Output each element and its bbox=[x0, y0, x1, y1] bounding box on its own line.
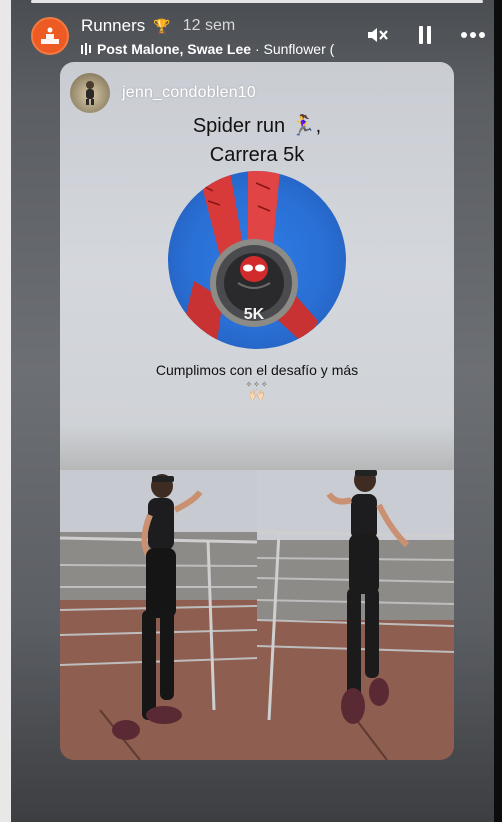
post-caption: Cumplimos con el desafío y más bbox=[155, 362, 359, 378]
right-edge bbox=[494, 0, 502, 822]
more-icon[interactable] bbox=[459, 21, 487, 49]
author-avatar[interactable] bbox=[70, 73, 110, 113]
story-progress-bar bbox=[31, 0, 483, 3]
story-timestamp: 12 sem bbox=[182, 17, 236, 34]
post-headline: Spider run 🏃‍♀️, Carrera 5k bbox=[60, 112, 454, 170]
instagram-story-viewer: Runners 🏆 12 sem Post Malone, Swae Lee ·… bbox=[0, 0, 502, 822]
medal-photo: 5K bbox=[168, 171, 346, 349]
story-header: Runners 🏆 12 sem Post Malone, Swae Lee ·… bbox=[31, 13, 487, 57]
headline-line-2: Carrera 5k bbox=[209, 144, 305, 166]
medal-text: 5K bbox=[244, 306, 265, 323]
music-bars-icon bbox=[81, 43, 91, 55]
trophy-icon: 🏆 bbox=[153, 17, 171, 34]
story-container[interactable]: Runners 🏆 12 sem Post Malone, Swae Lee ·… bbox=[11, 0, 494, 822]
runner-photo-left bbox=[60, 470, 257, 760]
pause-icon[interactable] bbox=[411, 21, 439, 49]
story-title-row: Runners 🏆 12 sem bbox=[81, 16, 235, 36]
praise-hands-emoji: 🙌🏻 bbox=[248, 387, 266, 402]
headline-line-1: Spider run 🏃‍♀️, bbox=[192, 115, 322, 137]
left-edge bbox=[0, 0, 11, 822]
story-title[interactable]: Runners bbox=[81, 16, 145, 36]
music-row[interactable]: Post Malone, Swae Lee · Sunflower ( bbox=[81, 41, 346, 57]
runner-photo-right bbox=[257, 470, 454, 760]
mute-icon[interactable] bbox=[363, 21, 391, 49]
runners-avatar-icon[interactable] bbox=[31, 17, 69, 55]
song-artists: Post Malone, Swae Lee bbox=[97, 41, 252, 57]
song-info: Post Malone, Swae Lee · Sunflower ( bbox=[97, 41, 334, 57]
story-controls bbox=[363, 21, 487, 49]
shared-post-card[interactable]: jenn_condoblen10 Spider run 🏃‍♀️, Carrer… bbox=[60, 62, 454, 760]
song-track: · Sunflower ( bbox=[251, 41, 335, 57]
post-author[interactable]: jenn_condoblen10 bbox=[70, 73, 256, 113]
author-username[interactable]: jenn_condoblen10 bbox=[122, 84, 256, 102]
